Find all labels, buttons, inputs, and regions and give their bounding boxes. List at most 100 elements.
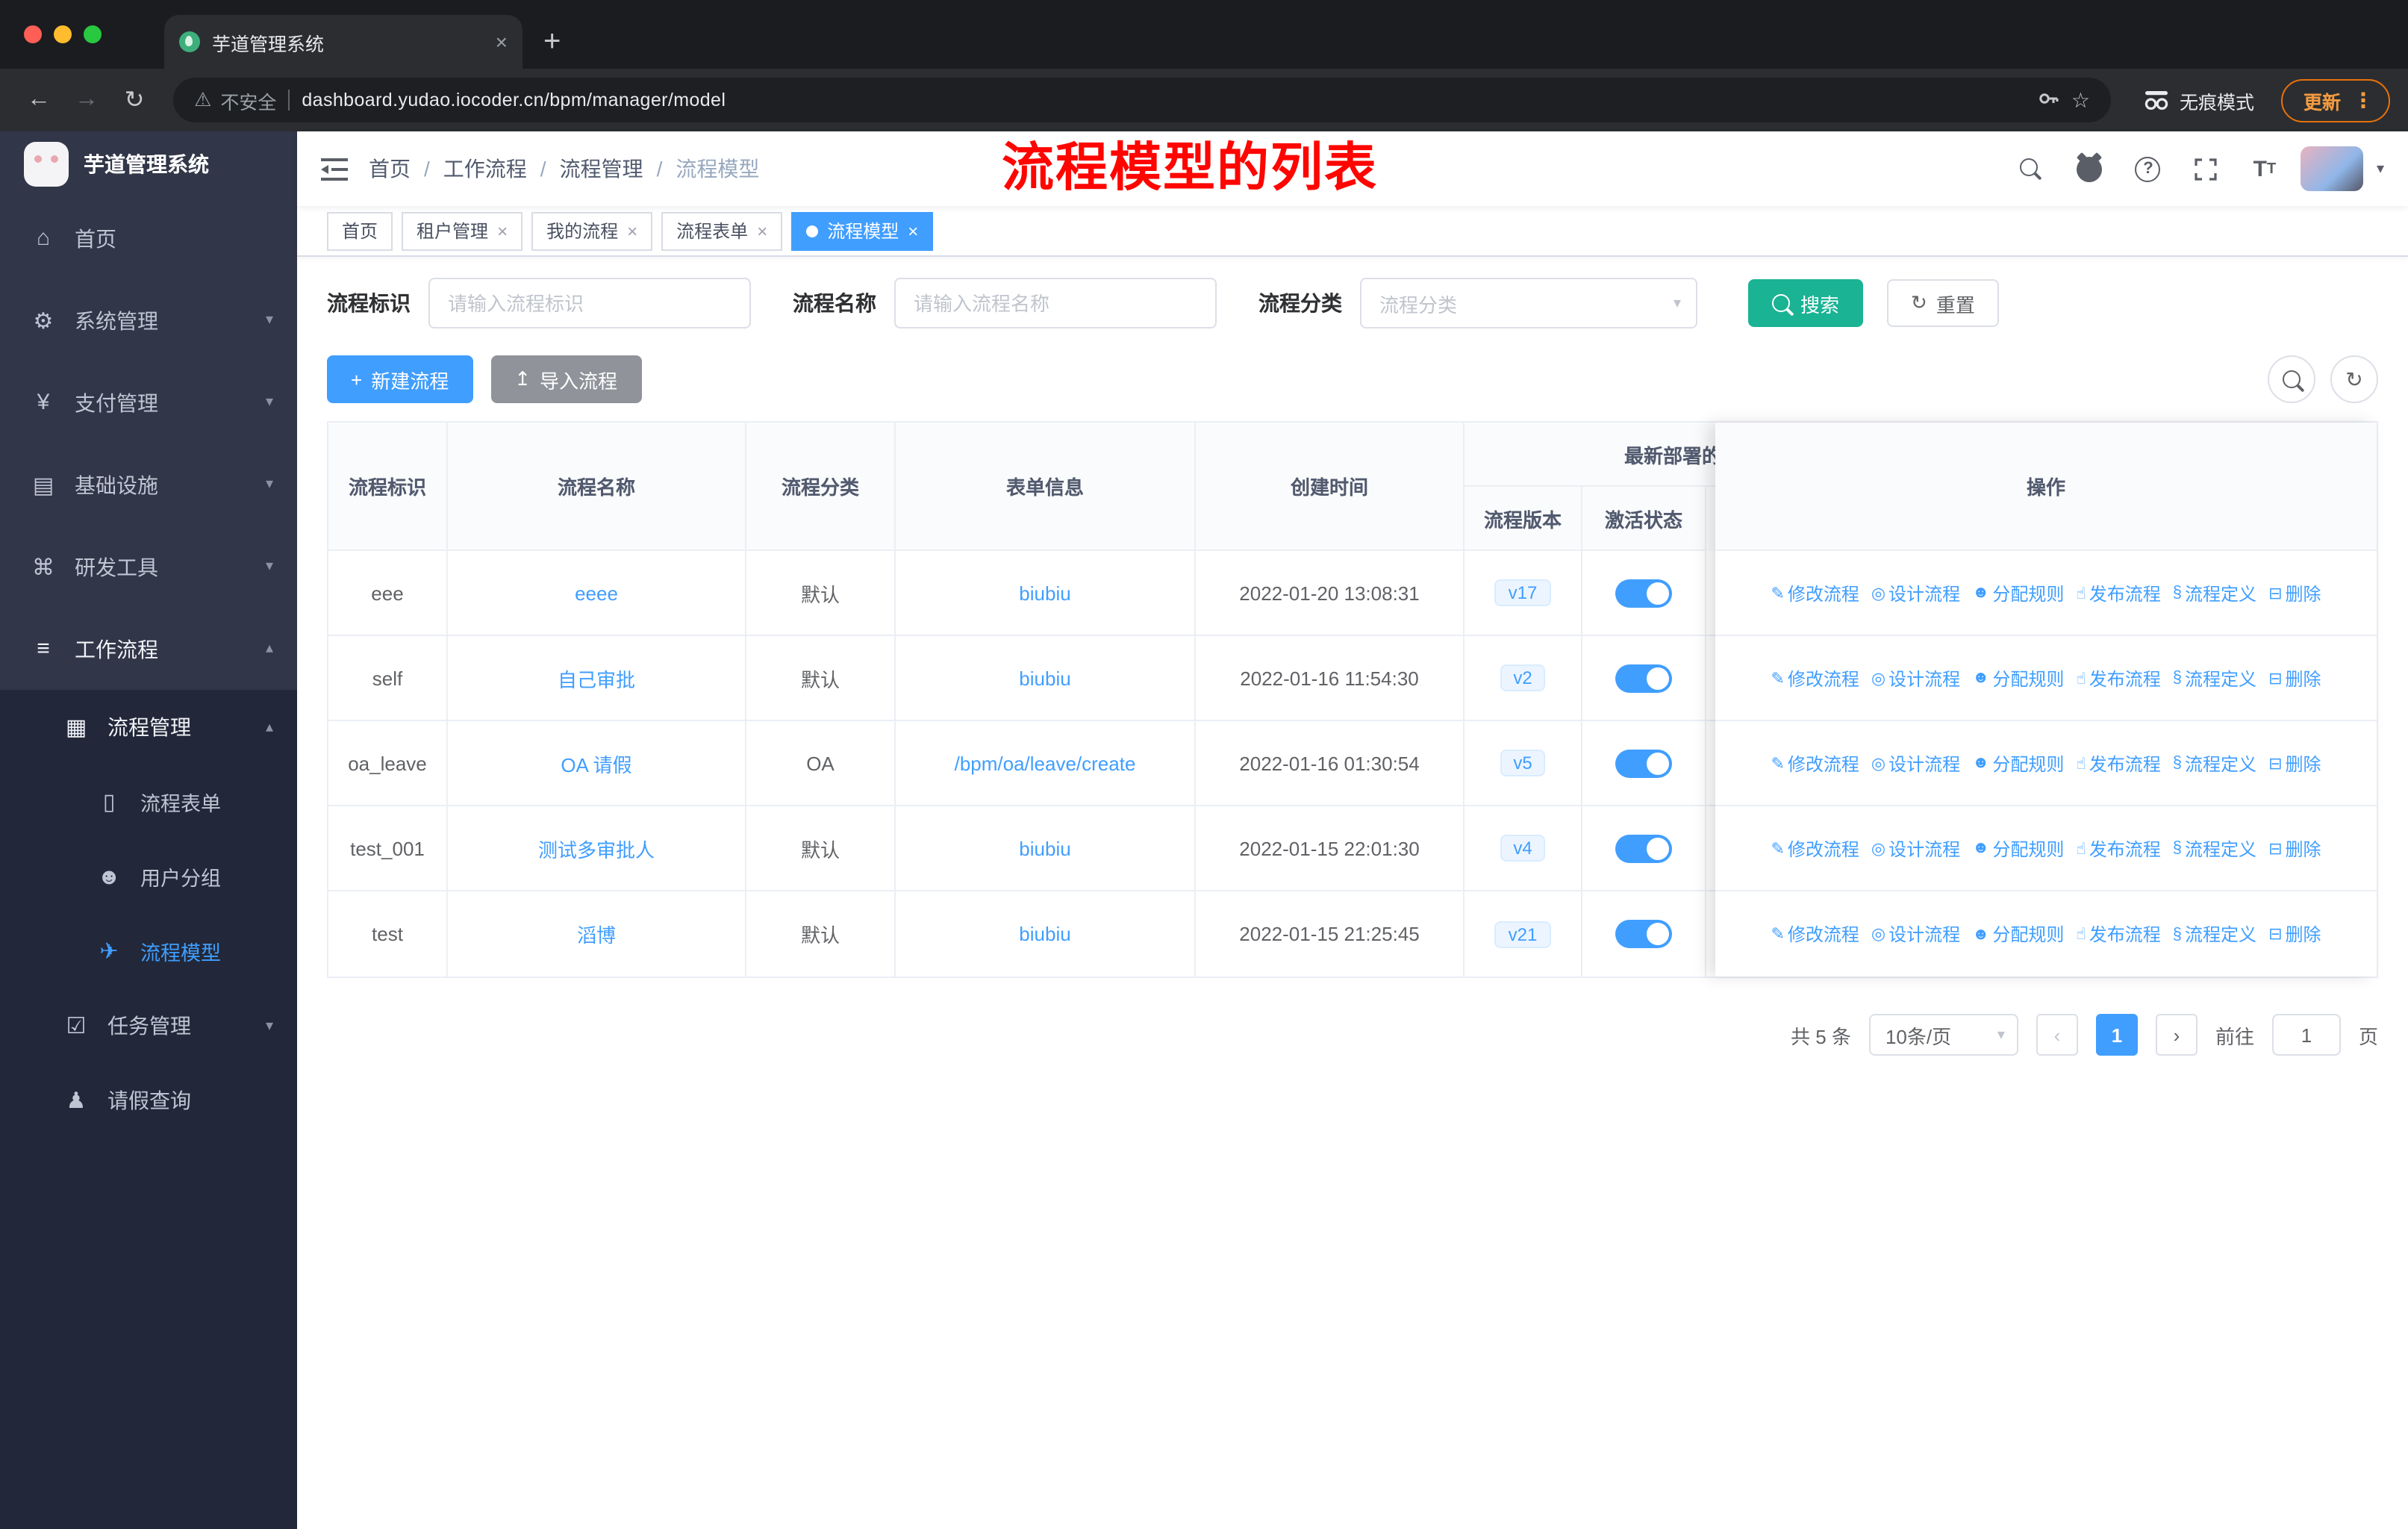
assign-rules-link[interactable]: ☻ 分配规则	[1972, 665, 2064, 691]
bookmark-star-icon[interactable]: ☆	[2071, 87, 2090, 113]
address-bar[interactable]: ⚠ 不安全 dashboard.yudao.iocoder.cn/bpm/man…	[173, 78, 2111, 122]
process-definition-link[interactable]: § 流程定义	[2173, 665, 2256, 691]
reset-button[interactable]: ↻ 重置	[1887, 279, 1999, 327]
tag-home[interactable]: 首页	[327, 211, 393, 250]
help-button[interactable]: ?	[2126, 146, 2171, 191]
tag-process-form[interactable]: 流程表单 ×	[661, 211, 783, 250]
back-button[interactable]: ←	[18, 79, 60, 121]
sidebar-fold-icon[interactable]	[321, 158, 348, 180]
modify-flow-link[interactable]: ✎ 修改流程	[1771, 750, 1859, 776]
tag-tenant-management[interactable]: 租户管理 ×	[402, 211, 523, 250]
chevron-down-icon[interactable]: ▾	[2377, 161, 2384, 177]
publish-flow-link[interactable]: ☝ 发布流程	[2076, 835, 2160, 861]
modify-flow-link[interactable]: ✎ 修改流程	[1771, 665, 1859, 691]
security-chip[interactable]: ⚠ 不安全	[194, 86, 276, 114]
form-info-link[interactable]: biubiu	[1019, 582, 1070, 604]
process-name-link[interactable]: eeee	[575, 582, 618, 604]
browser-tab[interactable]: 芋道管理系统 ×	[164, 15, 523, 69]
sidebar-item-home[interactable]: ⌂ 首页	[0, 197, 297, 279]
browser-menu-icon[interactable]: ⋮	[2353, 87, 2374, 113]
breadcrumb-process-management[interactable]: 流程管理	[560, 154, 643, 184]
prev-page-button[interactable]: ‹	[2036, 1014, 2078, 1056]
active-toggle[interactable]	[1615, 749, 1672, 777]
password-key-icon[interactable]	[2039, 87, 2059, 113]
delete-link[interactable]: ⊟ 删除	[2268, 835, 2321, 861]
publish-flow-link[interactable]: ☝ 发布流程	[2076, 750, 2160, 776]
active-toggle[interactable]	[1615, 834, 1672, 862]
page-size-select[interactable]: 10条/页 ▾	[1868, 1014, 2018, 1056]
assign-rules-link[interactable]: ☻ 分配规则	[1972, 835, 2064, 861]
page-1-button[interactable]: 1	[2095, 1014, 2138, 1056]
delete-link[interactable]: ⊟ 删除	[2268, 665, 2321, 691]
active-toggle[interactable]	[1615, 920, 1672, 948]
sidebar-item-process-form[interactable]: ▯ 流程表单	[0, 764, 297, 839]
delete-link[interactable]: ⊟ 删除	[2268, 921, 2321, 947]
delete-link[interactable]: ⊟ 删除	[2268, 750, 2321, 776]
sidebar-item-workflow[interactable]: ≡ 工作流程 ▴	[0, 608, 297, 690]
breadcrumb-workflow[interactable]: 工作流程	[443, 154, 527, 184]
form-info-link[interactable]: /bpm/oa/leave/create	[955, 752, 1136, 774]
new-tab-button[interactable]: +	[543, 25, 561, 60]
refresh-table-button[interactable]: ↻	[2330, 355, 2378, 403]
publish-flow-link[interactable]: ☝ 发布流程	[2076, 921, 2160, 947]
design-flow-link[interactable]: ◎ 设计流程	[1871, 665, 1960, 691]
sidebar-item-task-management[interactable]: ☑ 任务管理 ▾	[0, 988, 297, 1063]
search-submit-button[interactable]: 搜索	[1748, 279, 1864, 327]
toggle-search-button[interactable]	[2268, 355, 2315, 403]
process-name-link[interactable]: 自己审批	[558, 664, 635, 692]
assign-rules-link[interactable]: ☻ 分配规则	[1972, 750, 2064, 776]
delete-link[interactable]: ⊟ 删除	[2268, 580, 2321, 605]
process-definition-link[interactable]: § 流程定义	[2173, 835, 2256, 861]
breadcrumb-home[interactable]: 首页	[369, 154, 411, 184]
sidebar-item-system[interactable]: ⚙ 系统管理 ▾	[0, 279, 297, 361]
close-icon[interactable]: ×	[908, 220, 918, 241]
design-flow-link[interactable]: ◎ 设计流程	[1871, 835, 1960, 861]
process-id-input[interactable]	[428, 278, 751, 328]
sidebar-item-devtools[interactable]: ⌘ 研发工具 ▾	[0, 526, 297, 608]
process-name-link[interactable]: 测试多审批人	[538, 834, 655, 862]
next-page-button[interactable]: ›	[2155, 1014, 2198, 1056]
window-minimize-button[interactable]	[54, 25, 72, 43]
update-browser-button[interactable]: 更新 ⋮	[2280, 78, 2390, 122]
publish-flow-link[interactable]: ☝ 发布流程	[2076, 665, 2160, 691]
process-name-link[interactable]: 滔博	[577, 920, 616, 948]
design-flow-link[interactable]: ◎ 设计流程	[1871, 921, 1960, 947]
tag-my-process[interactable]: 我的流程 ×	[531, 211, 653, 250]
forward-button[interactable]: →	[66, 79, 107, 121]
close-icon[interactable]: ×	[627, 220, 637, 241]
window-close-button[interactable]	[24, 25, 42, 43]
goto-page-input[interactable]	[2271, 1014, 2341, 1056]
process-category-select[interactable]: 流程分类 ▾	[1360, 278, 1697, 328]
reload-button[interactable]: ↻	[113, 79, 155, 121]
sidebar-item-user-group[interactable]: ☻ 用户分组	[0, 839, 297, 914]
process-definition-link[interactable]: § 流程定义	[2173, 921, 2256, 947]
tab-close-icon[interactable]: ×	[496, 30, 508, 54]
create-process-button[interactable]: + 新建流程	[327, 355, 473, 403]
modify-flow-link[interactable]: ✎ 修改流程	[1771, 921, 1859, 947]
import-process-button[interactable]: ↥ 导入流程	[490, 355, 642, 403]
design-flow-link[interactable]: ◎ 设计流程	[1871, 750, 1960, 776]
form-info-link[interactable]: biubiu	[1019, 667, 1070, 689]
tag-process-model[interactable]: 流程模型 ×	[791, 211, 934, 250]
publish-flow-link[interactable]: ☝ 发布流程	[2076, 580, 2160, 605]
assign-rules-link[interactable]: ☻ 分配规则	[1972, 921, 2064, 947]
avatar[interactable]	[2300, 146, 2363, 191]
process-name-input[interactable]	[894, 278, 1217, 328]
sidebar-item-infrastructure[interactable]: ▤ 基础设施 ▾	[0, 443, 297, 526]
active-toggle[interactable]	[1615, 664, 1672, 692]
close-icon[interactable]: ×	[497, 220, 508, 241]
design-flow-link[interactable]: ◎ 设计流程	[1871, 580, 1960, 605]
modify-flow-link[interactable]: ✎ 修改流程	[1771, 580, 1859, 605]
sidebar-item-payment[interactable]: ¥ 支付管理 ▾	[0, 361, 297, 443]
font-size-button[interactable]: TT	[2242, 146, 2287, 191]
app-logo[interactable]: 芋道管理系统	[0, 131, 297, 197]
github-button[interactable]	[2068, 146, 2112, 191]
window-zoom-button[interactable]	[84, 25, 102, 43]
form-info-link[interactable]: biubiu	[1019, 923, 1070, 945]
sidebar-item-leave-query[interactable]: ♟ 请假查询	[0, 1063, 297, 1138]
fullscreen-button[interactable]	[2184, 146, 2229, 191]
process-definition-link[interactable]: § 流程定义	[2173, 580, 2256, 605]
process-definition-link[interactable]: § 流程定义	[2173, 750, 2256, 776]
form-info-link[interactable]: biubiu	[1019, 837, 1070, 859]
search-button[interactable]	[2009, 146, 2054, 191]
